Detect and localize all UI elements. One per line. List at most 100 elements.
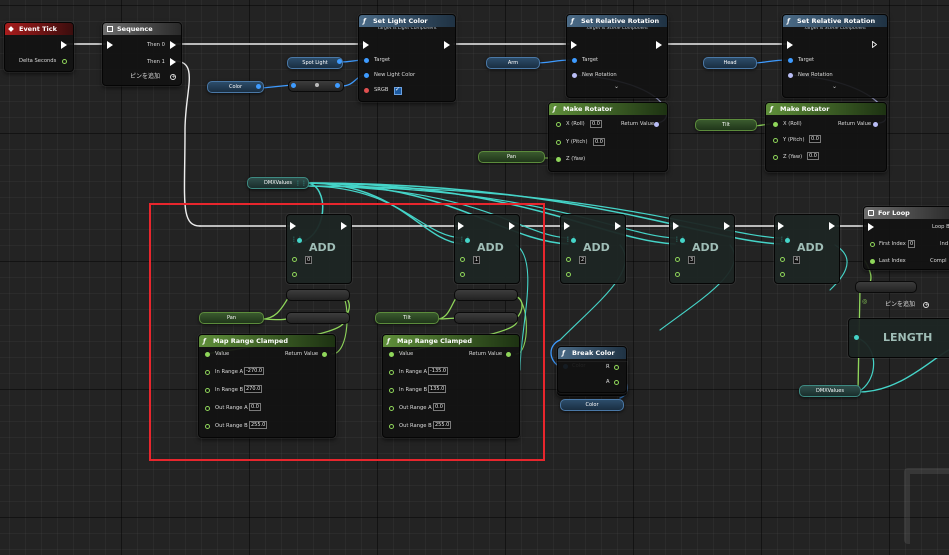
add-result-pin[interactable] [566, 272, 571, 277]
add-result-pin[interactable] [780, 272, 785, 277]
sequence-add-pin-label[interactable]: ピンを追加 [130, 73, 160, 81]
break-color-r-pin[interactable] [614, 365, 619, 370]
dmx-values-variable-2[interactable]: DMXValues [799, 385, 861, 397]
map-range-1-return-pin[interactable] [322, 352, 327, 357]
add-exec-out[interactable] [509, 222, 515, 230]
make-rot-1-return-pin[interactable] [654, 122, 659, 127]
color-variable-2[interactable]: Color [560, 399, 624, 411]
add-exec-out[interactable] [829, 222, 835, 230]
map-range-1-in-b-pin[interactable] [205, 388, 210, 393]
map-range-2-out-b-pin[interactable] [389, 424, 394, 429]
srgb-pin[interactable] [364, 88, 369, 93]
float-reroute-node-4[interactable] [454, 312, 518, 324]
reroute-in-pin[interactable] [291, 83, 296, 88]
set-rel-rot-1-exec-out[interactable] [656, 41, 662, 49]
make-rot-1-z-pin[interactable] [556, 157, 561, 162]
add-array-pin[interactable] [785, 238, 790, 243]
make-rot-1-x-pin[interactable] [556, 122, 561, 127]
add-result-pin[interactable] [675, 272, 680, 277]
pan-variable-2[interactable]: Pan [199, 312, 264, 324]
sequence-node[interactable]: Sequence Then 0 Then 1 ピンを追加 [102, 22, 182, 86]
delta-seconds-pin[interactable] [62, 59, 67, 64]
add-exec-out[interactable] [341, 222, 347, 230]
chevron-down-icon[interactable]: ⌄ [614, 83, 619, 90]
new-light-color-pin[interactable] [364, 73, 369, 78]
map-range-2-return-pin[interactable] [506, 352, 511, 357]
map-range-2-out-a-input[interactable]: 0.0 [433, 403, 445, 411]
event-tick-exec-out-pin[interactable] [61, 41, 67, 49]
for-loop-node[interactable]: For Loop Loop B First Index 0 Ind Last I… [863, 206, 949, 270]
map-range-clamped-node-1[interactable]: ƒ Map Range Clamped Value Return Value I… [198, 334, 336, 438]
chevron-down-icon[interactable]: ⌄ [832, 83, 837, 90]
sequence-then0-pin[interactable] [170, 41, 176, 49]
sequence-then1-pin[interactable] [170, 58, 176, 66]
add-index-input[interactable]: 3 [688, 256, 696, 264]
add-exec-in[interactable] [458, 222, 464, 230]
map-range-1-in-a-pin[interactable] [205, 370, 210, 375]
add-index-input[interactable]: 0 [305, 256, 313, 264]
add-index-input[interactable]: 2 [579, 256, 587, 264]
map-range-1-out-b-pin[interactable] [205, 424, 210, 429]
for-loop-first-index-input[interactable]: 0 [908, 240, 916, 248]
map-range-1-out-b-input[interactable]: 255.0 [249, 421, 268, 429]
add-exec-out[interactable] [615, 222, 621, 230]
add-node-3[interactable]: ⋮⋮ADD3 [669, 214, 735, 284]
break-color-a-pin[interactable] [614, 380, 619, 385]
spot-light-out-pin[interactable] [337, 59, 342, 64]
make-rot-2-z-pin[interactable] [773, 155, 778, 160]
map-range-1-in-a-input[interactable]: -270.0 [244, 367, 265, 375]
arm-variable[interactable]: Arm [486, 57, 540, 69]
add-array-pin[interactable] [680, 238, 685, 243]
make-rotator-node-1[interactable]: ƒ Make Rotator X (Roll) 0.0 Return Value… [548, 102, 668, 172]
set-rel-rot-2-new-rotation-pin[interactable] [788, 73, 793, 78]
map-range-1-in-b-input[interactable]: 270.0 [244, 385, 263, 393]
set-rel-rot-2-target-pin[interactable] [788, 58, 793, 63]
add-item-pin[interactable] [780, 257, 785, 262]
add-node-2[interactable]: ⋮⋮ADD2 [560, 214, 626, 284]
event-tick-node[interactable]: Event Tick Delta Seconds [4, 22, 74, 72]
srgb-checkbox[interactable] [394, 86, 402, 95]
map-range-clamped-node-2[interactable]: ƒ Map Range Clamped Value Return Value I… [382, 334, 520, 438]
add-item-pin[interactable] [292, 257, 297, 262]
add-index-input[interactable]: 1 [473, 256, 481, 264]
make-rot-2-y-input[interactable]: 0.0 [809, 135, 821, 143]
set-relative-rotation-node-1[interactable]: ƒ Set Relative Rotation Target is Scene … [566, 14, 668, 98]
pan-variable-1[interactable]: Pan [478, 151, 545, 163]
set-rel-rot-2-exec-in[interactable] [787, 41, 793, 49]
map-range-1-value-pin[interactable] [205, 352, 210, 357]
add-exec-in[interactable] [564, 222, 570, 230]
map-range-1-out-a-input[interactable]: 0.0 [249, 403, 261, 411]
float-reroute-node-3[interactable] [454, 289, 518, 301]
length-add-pin-label[interactable]: ピンを追加 [885, 301, 915, 309]
make-rotator-node-2[interactable]: ƒ Make Rotator X (Roll) Return Value Y (… [765, 102, 887, 172]
sequence-exec-in-pin[interactable] [107, 41, 113, 49]
set-rel-rot-1-new-rotation-pin[interactable] [572, 73, 577, 78]
add-node-1[interactable]: ⋮⋮ADD1 [454, 214, 520, 284]
add-exec-in[interactable] [778, 222, 784, 230]
set-light-color-target-pin[interactable] [364, 58, 369, 63]
add-item-pin[interactable] [675, 257, 680, 262]
color-reroute-node[interactable] [288, 80, 344, 92]
int-reroute-node[interactable] [855, 281, 917, 293]
color-variable-1-out-pin[interactable] [256, 84, 261, 89]
tilt-variable-2[interactable]: Tilt [375, 312, 439, 324]
set-rel-rot-1-target-pin[interactable] [572, 58, 577, 63]
map-range-2-out-b-input[interactable]: 255.0 [433, 421, 452, 429]
head-variable[interactable]: Head [703, 57, 757, 69]
add-item-pin[interactable] [460, 257, 465, 262]
map-range-2-in-a-input[interactable]: -135.0 [428, 367, 449, 375]
add-node-0[interactable]: ⋮⋮ADD0 [286, 214, 352, 284]
for-loop-exec-in[interactable] [868, 223, 874, 231]
add-exec-in[interactable] [673, 222, 679, 230]
add-array-pin[interactable] [465, 238, 470, 243]
map-range-2-in-a-pin[interactable] [389, 370, 394, 375]
add-result-pin[interactable] [292, 272, 297, 277]
add-item-pin[interactable] [566, 257, 571, 262]
add-exec-in[interactable] [290, 222, 296, 230]
map-range-2-out-a-pin[interactable] [389, 406, 394, 411]
add-exec-out[interactable] [724, 222, 730, 230]
add-array-pin[interactable] [571, 238, 576, 243]
set-relative-rotation-node-2[interactable]: ƒ Set Relative Rotation Target is Scene … [782, 14, 888, 98]
for-loop-last-index-pin[interactable] [870, 259, 875, 264]
set-light-color-node[interactable]: ƒ Set Light Color Target is Light Compon… [358, 14, 456, 102]
